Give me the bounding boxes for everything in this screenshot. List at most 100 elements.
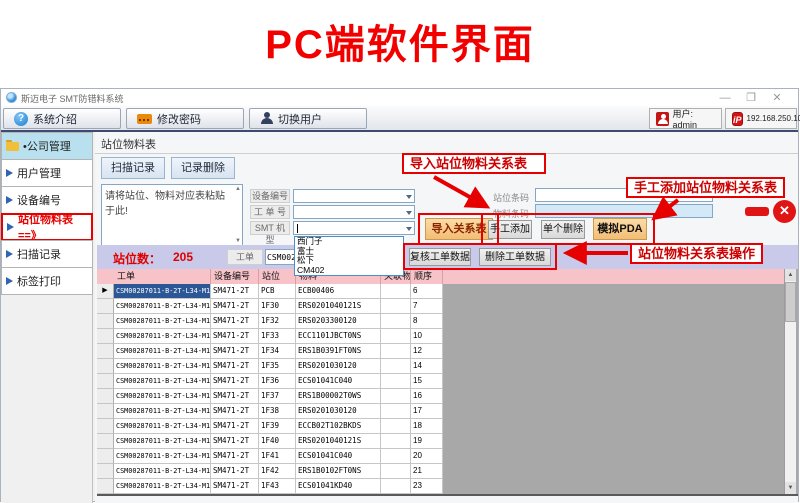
cell-seq[interactable]: 7 — [411, 299, 443, 314]
cell-work-order[interactable]: CSM00287011-B-2T-L34-M1 — [114, 449, 211, 464]
cell-material[interactable]: ECS01041KD40 — [296, 479, 381, 494]
verify-order-button[interactable]: 复核工单数据 — [409, 248, 471, 266]
sidebar-item-scan-records[interactable]: 扫描记录 — [1, 240, 93, 268]
scan-records-button[interactable]: 扫描记录 — [101, 157, 165, 179]
cell-device-no[interactable]: SM471-2T — [211, 419, 259, 434]
cell-work-order[interactable]: CSM00287011-B-2T-L34-M1 — [114, 359, 211, 374]
column-header[interactable]: 工单 — [114, 269, 211, 284]
row-selector[interactable] — [97, 404, 114, 419]
cell-material[interactable]: ERS0201040121S — [296, 434, 381, 449]
material-barcode-input[interactable] — [535, 204, 713, 218]
cell-linked-material[interactable] — [381, 284, 411, 299]
cell-linked-material[interactable] — [381, 434, 411, 449]
tab-station-material-table[interactable]: 站位物料表 — [101, 136, 156, 152]
row-selector[interactable] — [97, 419, 114, 434]
cell-linked-material[interactable] — [381, 404, 411, 419]
cell-work-order[interactable]: CSM00287011-B-2T-L34-M1 — [114, 329, 211, 344]
cell-material[interactable]: ECS01041C040 — [296, 449, 381, 464]
cell-seq[interactable]: 15 — [411, 374, 443, 389]
switch-user-button[interactable]: 切换用户 — [249, 108, 367, 129]
table-row[interactable]: CSM00287011-B-2T-L34-M1SM471-2T1F42ERS1B… — [97, 464, 443, 479]
row-selector[interactable] — [97, 449, 114, 464]
cell-material[interactable]: ECC1101JBCT0NS — [296, 329, 381, 344]
scroll-up-icon[interactable]: ▲ — [235, 186, 241, 192]
cell-work-order[interactable]: CSM00287011-B-2T-L34-M1 — [114, 434, 211, 449]
sidebar-item-company[interactable]: •公司管理 — [1, 132, 93, 160]
cell-device-no[interactable]: SM471-2T — [211, 479, 259, 494]
cell-seq[interactable]: 20 — [411, 449, 443, 464]
delete-records-button[interactable]: 记录删除 — [171, 157, 235, 179]
cell-material[interactable]: ECB00406 — [296, 284, 381, 299]
column-header[interactable]: 设备编号 — [211, 269, 259, 284]
cell-station[interactable]: 1F42 — [259, 464, 296, 479]
cell-linked-material[interactable] — [381, 389, 411, 404]
cell-linked-material[interactable] — [381, 329, 411, 344]
cell-seq[interactable]: 21 — [411, 464, 443, 479]
cell-station[interactable]: 1F35 — [259, 359, 296, 374]
cell-seq[interactable]: 19 — [411, 434, 443, 449]
table-row[interactable]: CSM00287011-B-2T-L34-M1SM471-2T1F43ECS01… — [97, 479, 443, 494]
child-close-button[interactable]: ✕ — [773, 200, 796, 223]
cell-work-order[interactable]: CSM00287011-B-2T-L34-M1 — [114, 479, 211, 494]
cell-material[interactable]: ECS01041C040 — [296, 374, 381, 389]
table-row[interactable]: CSM00287011-B-2T-L34-M1SM471-2T1F34ERS1B… — [97, 344, 443, 359]
cell-material[interactable]: ERS0201030120 — [296, 404, 381, 419]
row-selector[interactable] — [97, 434, 114, 449]
row-selector[interactable] — [97, 344, 114, 359]
cell-device-no[interactable]: SM471-2T — [211, 374, 259, 389]
smt-model-dropdown-list[interactable]: 西门子富士松下CM402 — [294, 236, 404, 276]
cell-material[interactable]: ERS0203300120 — [296, 314, 381, 329]
change-password-button[interactable]: 修改密码 — [126, 108, 244, 129]
cell-device-no[interactable]: SM471-2T — [211, 344, 259, 359]
cell-linked-material[interactable] — [381, 359, 411, 374]
cell-work-order[interactable]: CSM00287011-B-2T-L34-M1 — [114, 284, 211, 299]
device-no-combo[interactable] — [293, 189, 415, 203]
row-selector[interactable] — [97, 464, 114, 479]
cell-device-no[interactable]: SM471-2T — [211, 449, 259, 464]
cell-device-no[interactable]: SM471-2T — [211, 314, 259, 329]
cell-linked-material[interactable] — [381, 479, 411, 494]
row-selector[interactable] — [97, 374, 114, 389]
cell-seq[interactable]: 6 — [411, 284, 443, 299]
manual-add-button[interactable]: 手工添加 — [488, 220, 532, 239]
sidebar-item-users[interactable]: 用户管理 — [1, 159, 93, 187]
cell-seq[interactable]: 18 — [411, 419, 443, 434]
cell-station[interactable]: 1F41 — [259, 449, 296, 464]
cell-material[interactable]: ERS1B0102FT0NS — [296, 464, 381, 479]
sidebar-item-label-print[interactable]: 标签打印 — [1, 267, 93, 295]
cell-linked-material[interactable] — [381, 344, 411, 359]
column-header[interactable]: 顺序 — [411, 269, 443, 284]
cell-work-order[interactable]: CSM00287011-B-2T-L34-M1 — [114, 344, 211, 359]
cell-device-no[interactable]: SM471-2T — [211, 299, 259, 314]
cell-seq[interactable]: 10 — [411, 329, 443, 344]
cell-linked-material[interactable] — [381, 299, 411, 314]
import-relation-button[interactable]: 导入关系表 — [425, 218, 493, 240]
cell-station[interactable]: PCB — [259, 284, 296, 299]
cell-station[interactable]: 1F38 — [259, 404, 296, 419]
cell-material[interactable]: ERS0201030120 — [296, 359, 381, 374]
row-selector[interactable] — [97, 329, 114, 344]
sidebar-item-station-material[interactable]: 站位物料表==》 — [1, 213, 93, 241]
cell-station[interactable]: 1F33 — [259, 329, 296, 344]
cell-device-no[interactable]: SM471-2T — [211, 359, 259, 374]
cell-linked-material[interactable] — [381, 464, 411, 479]
cell-device-no[interactable]: SM471-2T — [211, 464, 259, 479]
cell-station[interactable]: 1F36 — [259, 374, 296, 389]
cell-work-order[interactable]: CSM00287011-B-2T-L34-M1 — [114, 389, 211, 404]
cell-station[interactable]: 1F37 — [259, 389, 296, 404]
cell-linked-material[interactable] — [381, 314, 411, 329]
cell-material[interactable]: ERS0201040121S — [296, 299, 381, 314]
table-row[interactable]: CSM00287011-B-2T-L34-M1SM471-2T1F30ERS02… — [97, 299, 443, 314]
sidebar-item-device-no[interactable]: 设备编号 — [1, 186, 93, 214]
cell-station[interactable]: 1F32 — [259, 314, 296, 329]
delete-order-button[interactable]: 删除工单数据 — [479, 248, 551, 266]
scroll-down-icon[interactable]: ▼ — [785, 482, 796, 494]
grid-vertical-scrollbar[interactable]: ▲ ▼ — [784, 269, 796, 494]
close-button[interactable]: ✕ — [764, 91, 790, 104]
minimize-button[interactable]: — — [712, 92, 738, 104]
row-selector[interactable]: ▶ — [97, 284, 114, 299]
table-row[interactable]: CSM00287011-B-2T-L34-M1SM471-2T1F39ECCB0… — [97, 419, 443, 434]
cell-device-no[interactable]: SM471-2T — [211, 404, 259, 419]
cell-work-order[interactable]: CSM00287011-B-2T-L34-M1 — [114, 374, 211, 389]
cell-device-no[interactable]: SM471-2T — [211, 329, 259, 344]
